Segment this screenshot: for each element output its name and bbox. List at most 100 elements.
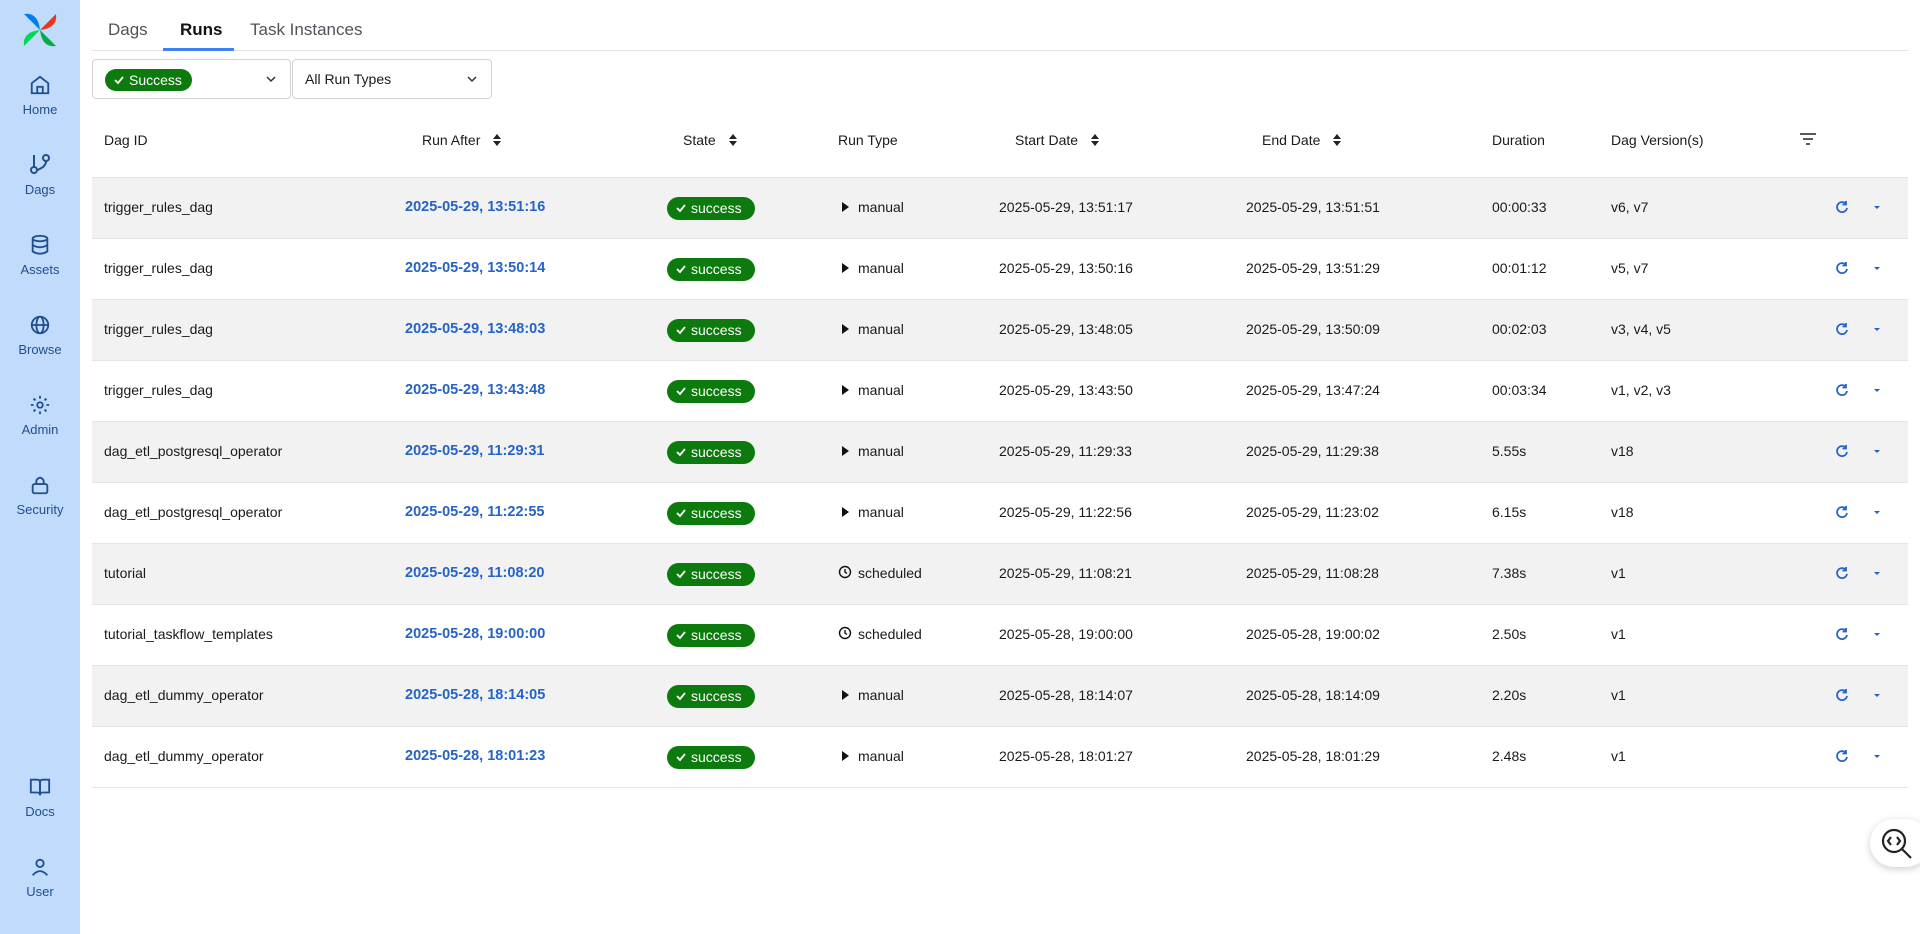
- status-badge: success: [667, 502, 755, 525]
- refresh-icon: [1836, 628, 1848, 640]
- col-run-after-sort[interactable]: Run After: [422, 132, 502, 148]
- airflow-logo[interactable]: [20, 10, 60, 50]
- cell-run-after-link[interactable]: 2025-05-28, 18:14:05: [405, 687, 545, 703]
- status-badge-label: success: [691, 688, 742, 704]
- row-menu-button[interactable]: [1871, 322, 1883, 340]
- clear-run-button[interactable]: [1835, 566, 1849, 585]
- row-menu-button[interactable]: [1871, 688, 1883, 706]
- status-badge: success: [667, 319, 755, 342]
- lock-icon: [31, 476, 49, 495]
- cell-run-after-link[interactable]: 2025-05-29, 13:51:16: [405, 199, 545, 215]
- row-menu-button[interactable]: [1871, 261, 1883, 279]
- check-icon: [676, 631, 686, 640]
- table-row: dag_etl_postgresql_operator 2025-05-29, 1…: [92, 422, 1908, 483]
- status-badge: success: [667, 685, 755, 708]
- nav-dags[interactable]: Dags: [0, 152, 80, 197]
- row-menu-button[interactable]: [1871, 566, 1883, 584]
- cell-end-date: 2025-05-29, 13:50:09: [1246, 321, 1380, 337]
- check-icon: [676, 509, 686, 518]
- clear-run-button[interactable]: [1835, 383, 1849, 402]
- cell-dag-id[interactable]: trigger_rules_dag: [104, 199, 213, 215]
- clear-run-button[interactable]: [1835, 688, 1849, 707]
- gear-icon: [30, 395, 50, 415]
- tab-dags[interactable]: Dags: [108, 20, 148, 40]
- status-badge: success: [667, 746, 755, 769]
- cell-dag-id[interactable]: dag_etl_dummy_operator: [104, 687, 264, 703]
- nav-security-label: Security: [16, 502, 64, 517]
- clear-run-button[interactable]: [1835, 200, 1849, 219]
- cell-dag-versions: v1: [1611, 626, 1626, 642]
- state-filter-select[interactable]: Success: [92, 59, 291, 99]
- cell-start-date: 2025-05-29, 13:43:50: [999, 382, 1133, 398]
- sort-icon: [728, 134, 737, 146]
- status-badge-label: success: [691, 322, 742, 338]
- row-menu-button[interactable]: [1871, 505, 1883, 523]
- cell-dag-id[interactable]: trigger_rules_dag: [104, 382, 213, 398]
- tab-task-instances[interactable]: Task Instances: [250, 20, 362, 40]
- clear-run-button[interactable]: [1835, 322, 1849, 341]
- row-menu-button[interactable]: [1871, 200, 1883, 218]
- help-button[interactable]: [1870, 819, 1920, 867]
- clear-run-button[interactable]: [1835, 261, 1849, 280]
- cell-end-date: 2025-05-29, 13:47:24: [1246, 382, 1380, 398]
- row-menu-button[interactable]: [1871, 383, 1883, 401]
- cell-run-after-link[interactable]: 2025-05-28, 18:01:23: [405, 748, 545, 764]
- cell-run-after-link[interactable]: 2025-05-29, 13:48:03: [405, 321, 545, 337]
- cell-dag-id[interactable]: trigger_rules_dag: [104, 260, 213, 276]
- cell-run-after-link[interactable]: 2025-05-29, 11:08:20: [405, 565, 544, 581]
- clear-run-button[interactable]: [1835, 749, 1849, 768]
- status-badge-label: success: [691, 505, 742, 521]
- status-badge-label: success: [691, 200, 742, 216]
- tab-runs[interactable]: Runs: [180, 20, 223, 40]
- nav-admin[interactable]: Admin: [0, 394, 80, 437]
- row-menu-button[interactable]: [1871, 627, 1883, 645]
- cell-run-after-link[interactable]: 2025-05-29, 13:43:48: [405, 382, 545, 398]
- cell-dag-id[interactable]: dag_etl_postgresql_operator: [104, 504, 282, 520]
- cell-dag-id[interactable]: dag_etl_dummy_operator: [104, 748, 264, 764]
- cell-run-after-link[interactable]: 2025-05-29, 13:50:14: [405, 260, 545, 276]
- cell-end-date: 2025-05-29, 11:29:38: [1246, 443, 1379, 459]
- cell-dag-id[interactable]: tutorial: [104, 565, 146, 581]
- col-end-date-sort[interactable]: End Date: [1262, 132, 1342, 148]
- row-menu-button[interactable]: [1871, 749, 1883, 767]
- col-state-sort[interactable]: State: [683, 132, 738, 148]
- run-type-label: manual: [858, 321, 904, 337]
- col-start-date-sort[interactable]: Start Date: [1015, 132, 1100, 148]
- cell-run-type: manual: [838, 321, 904, 337]
- cell-run-type: manual: [838, 199, 904, 215]
- run-type-label: manual: [858, 199, 904, 215]
- clear-run-button[interactable]: [1835, 505, 1849, 524]
- nav-browse-label: Browse: [18, 342, 62, 357]
- cell-start-date: 2025-05-28, 19:00:00: [999, 626, 1133, 642]
- cell-run-after-link[interactable]: 2025-05-29, 11:22:55: [405, 504, 544, 520]
- cell-run-type: manual: [838, 748, 904, 764]
- chevron-down-icon: [1874, 267, 1880, 270]
- cell-duration: 00:02:03: [1492, 321, 1547, 337]
- cell-dag-id[interactable]: tutorial_taskflow_templates: [104, 626, 273, 642]
- nav-home[interactable]: Home: [0, 74, 80, 117]
- cell-run-after-link[interactable]: 2025-05-29, 11:29:31: [405, 443, 544, 459]
- nav-user[interactable]: User: [0, 856, 80, 899]
- nav-browse[interactable]: Browse: [0, 314, 80, 357]
- clear-run-button[interactable]: [1835, 444, 1849, 463]
- cell-run-after-link[interactable]: 2025-05-28, 19:00:00: [405, 626, 545, 642]
- globe-icon: [30, 315, 50, 335]
- cell-start-date: 2025-05-29, 13:48:05: [999, 321, 1133, 337]
- column-filter-button[interactable]: [1799, 132, 1817, 149]
- clear-run-button[interactable]: [1835, 627, 1849, 646]
- cell-start-date: 2025-05-28, 18:14:07: [999, 687, 1133, 703]
- cell-dag-id[interactable]: trigger_rules_dag: [104, 321, 213, 337]
- run-type-label: manual: [858, 260, 904, 276]
- cell-run-type: manual: [838, 687, 904, 703]
- nav-docs[interactable]: Docs: [0, 776, 80, 819]
- cell-dag-id[interactable]: dag_etl_postgresql_operator: [104, 443, 282, 459]
- col-start-date: Start Date: [1015, 132, 1079, 148]
- check-icon: [676, 326, 686, 335]
- run-type-filter-select[interactable]: All Run Types: [292, 59, 492, 99]
- row-menu-button[interactable]: [1871, 444, 1883, 462]
- status-badge-label: success: [691, 383, 742, 399]
- nav-assets[interactable]: Assets: [0, 234, 80, 277]
- nav-security[interactable]: Security: [0, 474, 80, 517]
- cell-end-date: 2025-05-28, 18:01:29: [1246, 748, 1380, 764]
- refresh-icon: [1836, 384, 1848, 396]
